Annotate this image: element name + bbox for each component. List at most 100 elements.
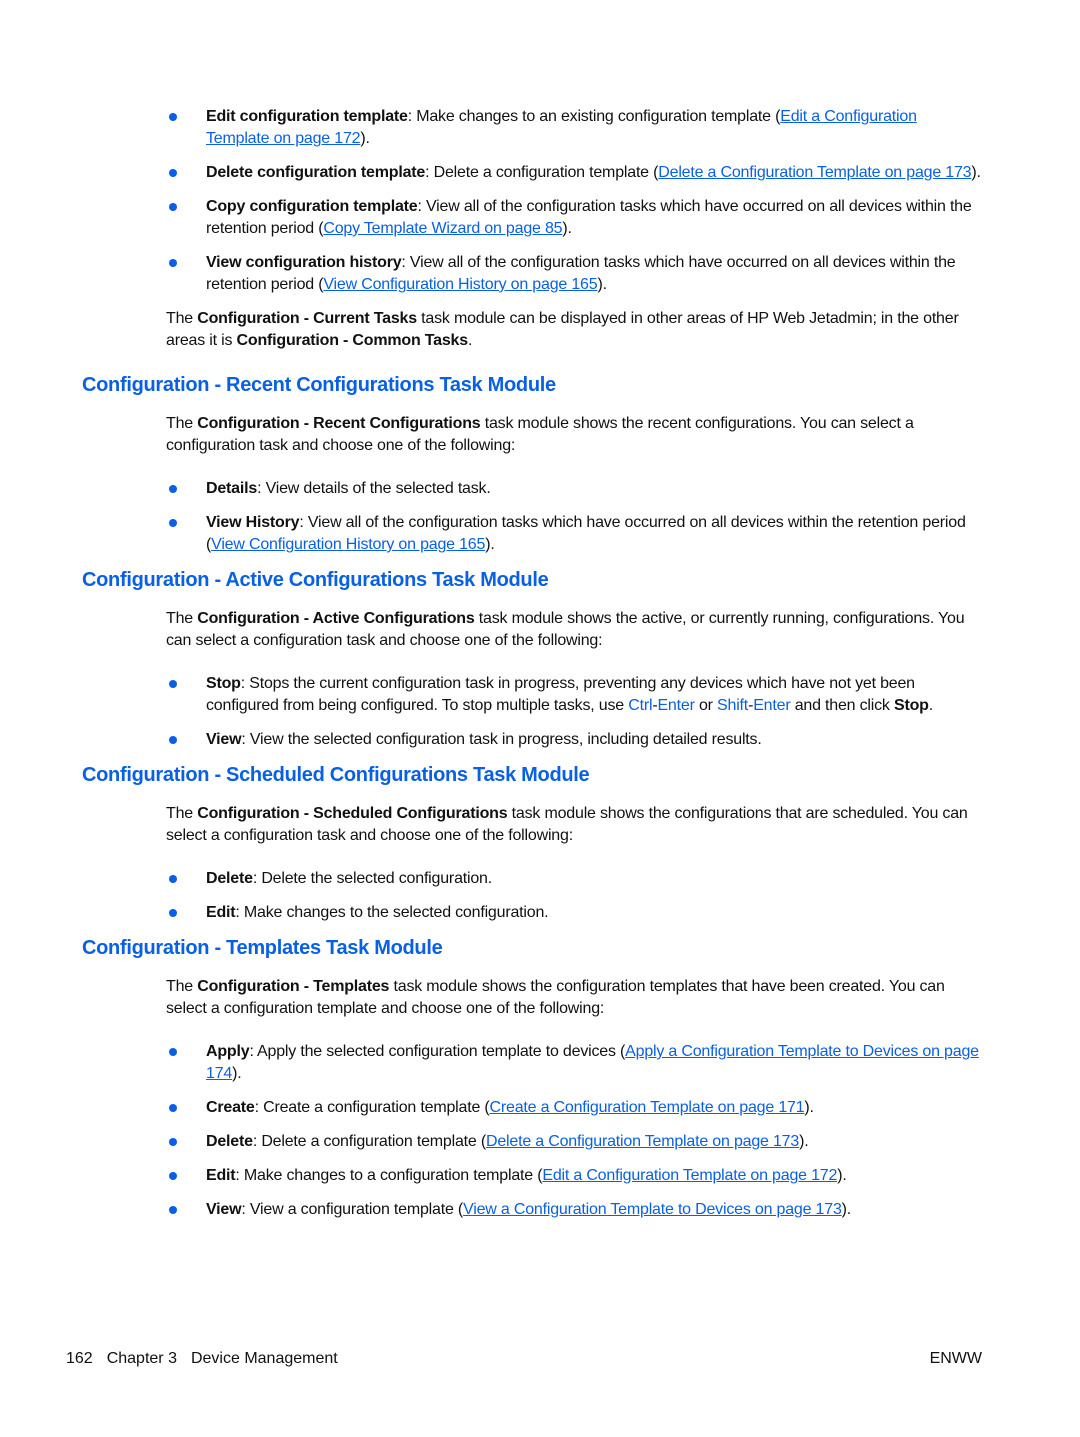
list-item: Delete configuration template: Delete a … bbox=[166, 162, 982, 184]
item-text: : View details of the selected task. bbox=[257, 480, 491, 497]
bullet-icon bbox=[169, 203, 177, 211]
bullet-icon bbox=[169, 1138, 177, 1146]
item-text: : Make changes to an existing configurat… bbox=[407, 108, 781, 125]
item-term: Delete bbox=[206, 1133, 253, 1150]
item-term: View bbox=[206, 1201, 242, 1218]
item-text: and then click bbox=[790, 697, 894, 714]
item-text: : Delete the selected configuration. bbox=[252, 870, 493, 887]
item-end: ). bbox=[597, 276, 607, 293]
cross-reference-link[interactable]: Delete a Configuration Template on page … bbox=[486, 1133, 799, 1150]
section-heading: Configuration - Scheduled Configurations… bbox=[82, 764, 590, 786]
section-intro: The Configuration - Templates task modul… bbox=[166, 976, 982, 1020]
item-text: : Create a configuration template ( bbox=[254, 1099, 490, 1116]
text: The bbox=[166, 610, 198, 627]
item-text: : Apply the selected configuration templ… bbox=[249, 1043, 626, 1060]
list-item: View History: View all of the configurat… bbox=[166, 512, 982, 556]
key-enter: Enter bbox=[753, 697, 791, 714]
chapter-label: Chapter 3 bbox=[106, 1350, 177, 1367]
intro-bullet-list: Edit configuration template: Make change… bbox=[166, 106, 982, 296]
bullet-icon bbox=[169, 113, 177, 121]
list-item: View: View a configuration template (Vie… bbox=[166, 1199, 982, 1221]
term: Configuration - Common Tasks bbox=[236, 332, 469, 349]
term: Configuration - Scheduled Configurations bbox=[197, 805, 508, 822]
list-item: Details: View details of the selected ta… bbox=[166, 478, 982, 500]
document-page: Edit configuration template: Make change… bbox=[0, 0, 1080, 1437]
item-term: Delete bbox=[206, 870, 253, 887]
item-text: : View a configuration template ( bbox=[241, 1201, 464, 1218]
list-item: Copy configuration template: View all of… bbox=[166, 196, 982, 240]
text: The bbox=[166, 978, 198, 995]
item-text: : Delete a configuration template ( bbox=[425, 164, 659, 181]
cross-reference-link[interactable]: View Configuration History on page 165 bbox=[211, 536, 485, 553]
bullet-list: Delete: Delete the selected configuratio… bbox=[166, 868, 982, 924]
item-term: Edit bbox=[206, 1167, 236, 1184]
cross-reference-link[interactable]: Copy Template Wizard on page 85 bbox=[323, 220, 562, 237]
bullet-icon bbox=[169, 909, 177, 917]
item-term: Delete configuration template bbox=[206, 164, 426, 181]
item-term: Stop bbox=[206, 675, 241, 692]
cross-reference-link[interactable]: View a Configuration Template to Devices… bbox=[463, 1201, 842, 1218]
item-end: . bbox=[928, 697, 933, 714]
current-tasks-note: The Configuration - Current Tasks task m… bbox=[166, 308, 982, 352]
item-end: ). bbox=[232, 1065, 242, 1082]
page-footer: 162 Chapter 3 Device Management ENWW bbox=[66, 1350, 982, 1368]
item-end: ). bbox=[837, 1167, 847, 1184]
item-term: Edit configuration template bbox=[206, 108, 408, 125]
section-heading: Configuration - Recent Configurations Ta… bbox=[82, 374, 556, 396]
footer-right: ENWW bbox=[929, 1350, 982, 1367]
list-item: View configuration history: View all of … bbox=[166, 252, 982, 296]
cross-reference-link[interactable]: Edit a Configuration Template on page 17… bbox=[542, 1167, 837, 1184]
bullet-list: Details: View details of the selected ta… bbox=[166, 478, 982, 556]
cross-reference-link[interactable]: Delete a Configuration Template on page … bbox=[658, 164, 971, 181]
item-text: or bbox=[694, 697, 718, 714]
text: . bbox=[467, 332, 473, 349]
list-item: Stop: Stops the current configuration ta… bbox=[166, 673, 982, 717]
bullet-icon bbox=[169, 1048, 177, 1056]
term: Configuration - Active Configurations bbox=[197, 610, 475, 627]
item-text: : Make changes to a configuration templa… bbox=[235, 1167, 543, 1184]
bullet-icon bbox=[169, 519, 177, 527]
text: The bbox=[166, 415, 198, 432]
section-active-configurations: Configuration - Active Configurations Ta… bbox=[82, 568, 982, 751]
bullet-icon bbox=[169, 875, 177, 883]
bullet-list: Apply: Apply the selected configuration … bbox=[166, 1041, 982, 1221]
item-term: Apply bbox=[206, 1043, 250, 1060]
item-term: View bbox=[206, 731, 242, 748]
list-item: Create: Create a configuration template … bbox=[166, 1097, 982, 1119]
item-end: ). bbox=[799, 1133, 809, 1150]
list-item: View: View the selected configuration ta… bbox=[166, 729, 982, 751]
bullet-list: Stop: Stops the current configuration ta… bbox=[166, 673, 982, 751]
footer-left: 162 Chapter 3 Device Management bbox=[66, 1350, 338, 1368]
section-scheduled-configurations: Configuration - Scheduled Configurations… bbox=[82, 763, 982, 924]
key-ctrl: Ctrl bbox=[628, 697, 653, 714]
bullet-icon bbox=[169, 1104, 177, 1112]
item-end: ). bbox=[562, 220, 572, 237]
item-term: Details bbox=[206, 480, 258, 497]
bullet-icon bbox=[169, 169, 177, 177]
list-item: Edit configuration template: Make change… bbox=[166, 106, 982, 150]
item-text: : Delete a configuration template ( bbox=[252, 1133, 486, 1150]
bullet-icon bbox=[169, 259, 177, 267]
bullet-icon bbox=[169, 485, 177, 493]
cross-reference-link[interactable]: Create a Configuration Template on page … bbox=[490, 1099, 805, 1116]
item-term: Edit bbox=[206, 904, 236, 921]
section-heading: Configuration - Active Configurations Ta… bbox=[82, 569, 549, 591]
item-end: ). bbox=[360, 130, 370, 147]
item-text: : Make changes to the selected configura… bbox=[235, 904, 549, 921]
list-item: Delete: Delete the selected configuratio… bbox=[166, 868, 982, 890]
list-item: Edit: Make changes to a configuration te… bbox=[166, 1165, 982, 1187]
item-term: Copy configuration template bbox=[206, 198, 418, 215]
list-item: Edit: Make changes to the selected confi… bbox=[166, 902, 982, 924]
item-term: View History bbox=[206, 514, 300, 531]
section-recent-configurations: Configuration - Recent Configurations Ta… bbox=[82, 373, 982, 556]
key-shift: Shift bbox=[717, 697, 749, 714]
text: The bbox=[166, 310, 198, 327]
section-intro: The Configuration - Active Configuration… bbox=[166, 608, 982, 652]
key-enter: Enter bbox=[657, 697, 695, 714]
item-end: ). bbox=[971, 164, 981, 181]
bullet-icon bbox=[169, 1172, 177, 1180]
term: Configuration - Current Tasks bbox=[197, 310, 417, 327]
item-term: Stop bbox=[893, 697, 929, 714]
item-term: View configuration history bbox=[206, 254, 402, 271]
cross-reference-link[interactable]: View Configuration History on page 165 bbox=[323, 276, 597, 293]
